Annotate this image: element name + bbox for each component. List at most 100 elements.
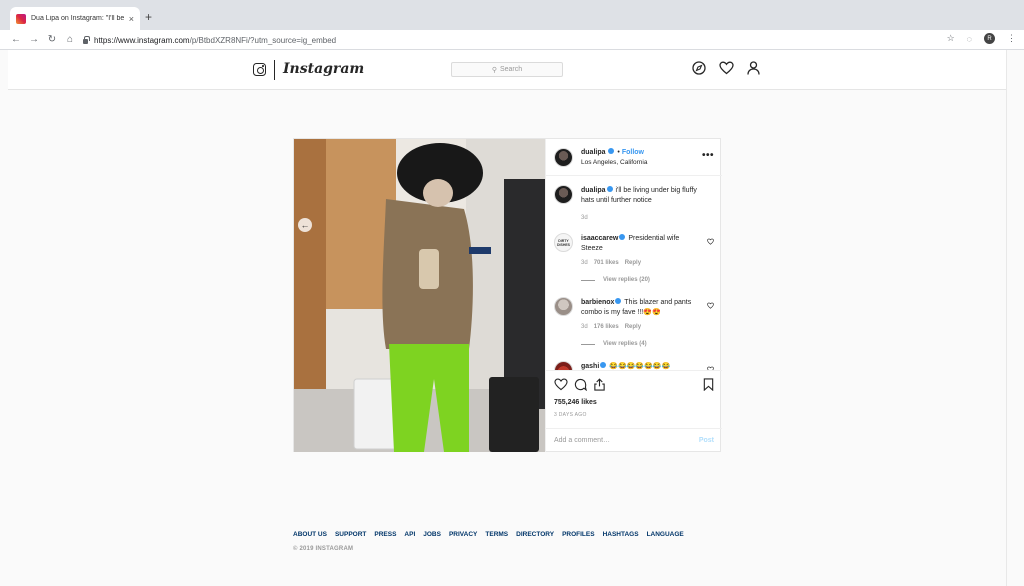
reload-icon[interactable]: ↻ (44, 34, 60, 45)
caption-body: dualipa i'll be living under big fluffy … (581, 186, 699, 205)
tab-close-icon[interactable]: × (129, 14, 134, 24)
footer-link-about[interactable]: ABOUT US (293, 531, 327, 538)
list-item: gashi 😂😂😂😂😂😂😂 (554, 361, 714, 370)
comment-meta: 3d 701 likes Reply (581, 260, 641, 266)
comment-bubble-icon[interactable] (574, 378, 587, 391)
list-item: barbienox This blazer and pants combo is… (554, 297, 714, 355)
avatar[interactable] (554, 297, 573, 316)
search-placeholder: Search (499, 66, 523, 73)
bookmark-star-icon[interactable]: ☆ (947, 33, 955, 44)
post-username[interactable]: dualipa (581, 149, 606, 156)
comment-like-heart-icon[interactable] (707, 238, 714, 245)
verified-badge-icon (608, 148, 615, 155)
tab-title: Dua Lipa on Instagram: "I'll be (31, 15, 125, 22)
post-comment-button[interactable]: Post (699, 437, 714, 444)
verified-badge-icon (619, 234, 626, 241)
home-icon[interactable]: ⌂ (62, 34, 78, 45)
footer-link-press[interactable]: PRESS (374, 531, 396, 538)
comment-time: 3d (581, 324, 588, 330)
avatar[interactable]: DIRTY DISHES (554, 233, 573, 252)
footer-link-directory[interactable]: DIRECTORY (516, 531, 554, 538)
footer-link-jobs[interactable]: JOBS (423, 531, 441, 538)
search-icon: ⚲ (491, 66, 497, 74)
comment-username[interactable]: gashi (581, 363, 599, 370)
logo-divider (274, 60, 275, 80)
footer-link-terms[interactable]: TERMS (485, 531, 508, 538)
instagram-header: Instagram ⚲ Search (8, 50, 1006, 90)
instagram-wordmark[interactable]: Instagram (283, 61, 364, 77)
copyright-text: © 2019 INSTAGRAM (293, 546, 354, 552)
verified-badge-icon (615, 298, 622, 305)
browser-menu-icon[interactable]: ⋮ (1007, 33, 1016, 44)
caption: dualipa i'll be living under big fluffy … (554, 185, 714, 221)
footer-link-hashtags[interactable]: HASHTAGS (603, 531, 639, 538)
post-image (294, 139, 545, 452)
browser-toolbar: ← → ↻ ⌂ https://www.instagram.com/p/Btbd… (0, 30, 1024, 50)
add-comment-placeholder: Add a comment… (554, 437, 611, 444)
instagram-favicon-icon (16, 13, 26, 24)
extension-icon[interactable]: ◌ (967, 34, 972, 44)
new-tab-button[interactable]: + (145, 10, 152, 24)
comment-like-heart-icon[interactable] (707, 302, 714, 309)
search-input[interactable]: ⚲ Search (451, 62, 563, 77)
post-sidebar: dualipa • Follow Los Angeles, California… (545, 139, 722, 452)
comment-body: barbienox This blazer and pants combo is… (581, 298, 699, 317)
comment-time: 3d (581, 260, 588, 266)
post-location[interactable]: Los Angeles, California (581, 159, 648, 166)
post-actions: 755,246 likes 3 DAYS AGO (546, 370, 722, 428)
footer-links: ABOUT US SUPPORT PRESS API JOBS PRIVACY … (293, 531, 684, 538)
comment-likes[interactable]: 701 likes (594, 260, 619, 266)
page-edge-divider (1006, 50, 1007, 586)
dot-separator: • (617, 149, 620, 156)
post-timestamp: 3 DAYS AGO (554, 412, 587, 418)
browser-tab-bar: Dua Lipa on Instagram: "I'll be × + (0, 0, 1024, 30)
verified-badge-icon (600, 362, 607, 369)
caption-time: 3d (581, 215, 588, 221)
footer-link-privacy[interactable]: PRIVACY (449, 531, 477, 538)
likes-count[interactable]: 755,246 likes (554, 399, 597, 406)
instagram-camera-icon[interactable] (253, 63, 266, 76)
post-photo[interactable]: ← (294, 139, 545, 452)
url-host: https://www.instagram.com (94, 35, 190, 45)
forward-arrow-icon[interactable]: → (26, 34, 42, 45)
more-options-icon[interactable]: ••• (702, 150, 714, 161)
save-bookmark-icon[interactable] (703, 378, 714, 391)
add-comment-field[interactable]: Add a comment… Post (546, 428, 722, 452)
footer-link-api[interactable]: API (404, 531, 415, 538)
footer-link-support[interactable]: SUPPORT (335, 531, 366, 538)
avatar[interactable] (554, 148, 573, 167)
avatar[interactable] (554, 361, 573, 370)
share-icon[interactable] (593, 378, 606, 391)
post-header: dualipa • Follow Los Angeles, California… (546, 139, 722, 176)
back-arrow-icon[interactable]: ← (8, 34, 24, 45)
caption-username[interactable]: dualipa (581, 187, 606, 194)
url-path: /p/BtbdXZR8NFi/?utm_source=ig_embed (189, 35, 337, 45)
like-heart-icon[interactable] (554, 378, 568, 391)
comment-likes[interactable]: 176 likes (594, 324, 619, 330)
comment-text: 😂😂😂😂😂😂😂 (609, 363, 671, 370)
comment-username[interactable]: barbienox (581, 299, 614, 306)
post-card: ← dualipa • Follow Los Angeles, Californ… (293, 138, 722, 452)
profile-avatar[interactable]: R (984, 33, 995, 44)
address-bar[interactable]: https://www.instagram.com/p/BtbdXZR8NFi/… (82, 33, 952, 47)
comment-username[interactable]: isaaccarew (581, 235, 618, 242)
previous-arrow-icon[interactable]: ← (298, 218, 312, 232)
view-replies-button[interactable]: View replies (4) (581, 341, 647, 347)
reply-button[interactable]: Reply (625, 324, 641, 330)
footer-link-language[interactable]: LANGUAGE (647, 531, 684, 538)
lock-icon (82, 36, 90, 44)
browser-tab[interactable]: Dua Lipa on Instagram: "I'll be × (10, 7, 140, 30)
list-item: DIRTY DISHES isaaccarew Presidential wif… (554, 233, 714, 291)
profile-person-icon[interactable] (747, 61, 760, 75)
follow-button[interactable]: Follow (622, 149, 644, 156)
comments-list[interactable]: dualipa i'll be living under big fluffy … (546, 176, 722, 370)
explore-compass-icon[interactable] (692, 61, 706, 75)
comment-body: gashi 😂😂😂😂😂😂😂 (581, 362, 699, 370)
avatar[interactable] (554, 185, 573, 204)
footer-link-profiles[interactable]: PROFILES (562, 531, 595, 538)
comment-meta: 3d 176 likes Reply (581, 324, 641, 330)
view-replies-button[interactable]: View replies (20) (581, 277, 650, 283)
reply-button[interactable]: Reply (625, 260, 641, 266)
verified-badge-icon (606, 186, 613, 193)
activity-heart-icon[interactable] (719, 61, 734, 75)
